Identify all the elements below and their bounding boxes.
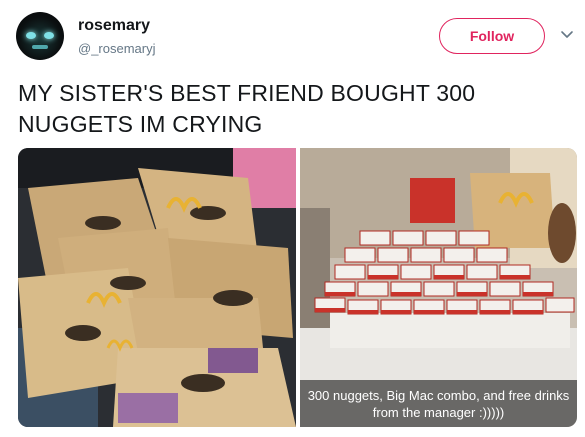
avatar-eye-left bbox=[26, 32, 36, 39]
photo-nugget-boxes-on-table[interactable]: 300 nuggets, Big Mac combo, and free dri… bbox=[300, 148, 577, 427]
follow-button[interactable]: Follow bbox=[439, 18, 545, 54]
avatar-mouth bbox=[32, 45, 48, 49]
tweet-header: rosemary @_rosemaryj Follow bbox=[16, 12, 573, 64]
caption-overlay: 300 nuggets, Big Mac combo, and free dri… bbox=[300, 380, 577, 427]
photo-caption: 300 nuggets, Big Mac combo, and free dri… bbox=[307, 387, 570, 420]
tweet-media[interactable]: 300 nuggets, Big Mac combo, and free dri… bbox=[18, 148, 577, 427]
avatar[interactable] bbox=[16, 12, 64, 60]
chevron-down-icon[interactable] bbox=[559, 26, 575, 42]
avatar-eye-right bbox=[44, 32, 54, 39]
photo-bags-in-car[interactable] bbox=[18, 148, 296, 427]
photo-bags-illustration bbox=[18, 148, 296, 427]
tweet-text: MY SISTER'S BEST FRIEND BOUGHT 300 NUGGE… bbox=[18, 80, 476, 137]
user-handle[interactable]: @_rosemaryj bbox=[78, 41, 156, 56]
display-name[interactable]: rosemary bbox=[78, 17, 150, 35]
